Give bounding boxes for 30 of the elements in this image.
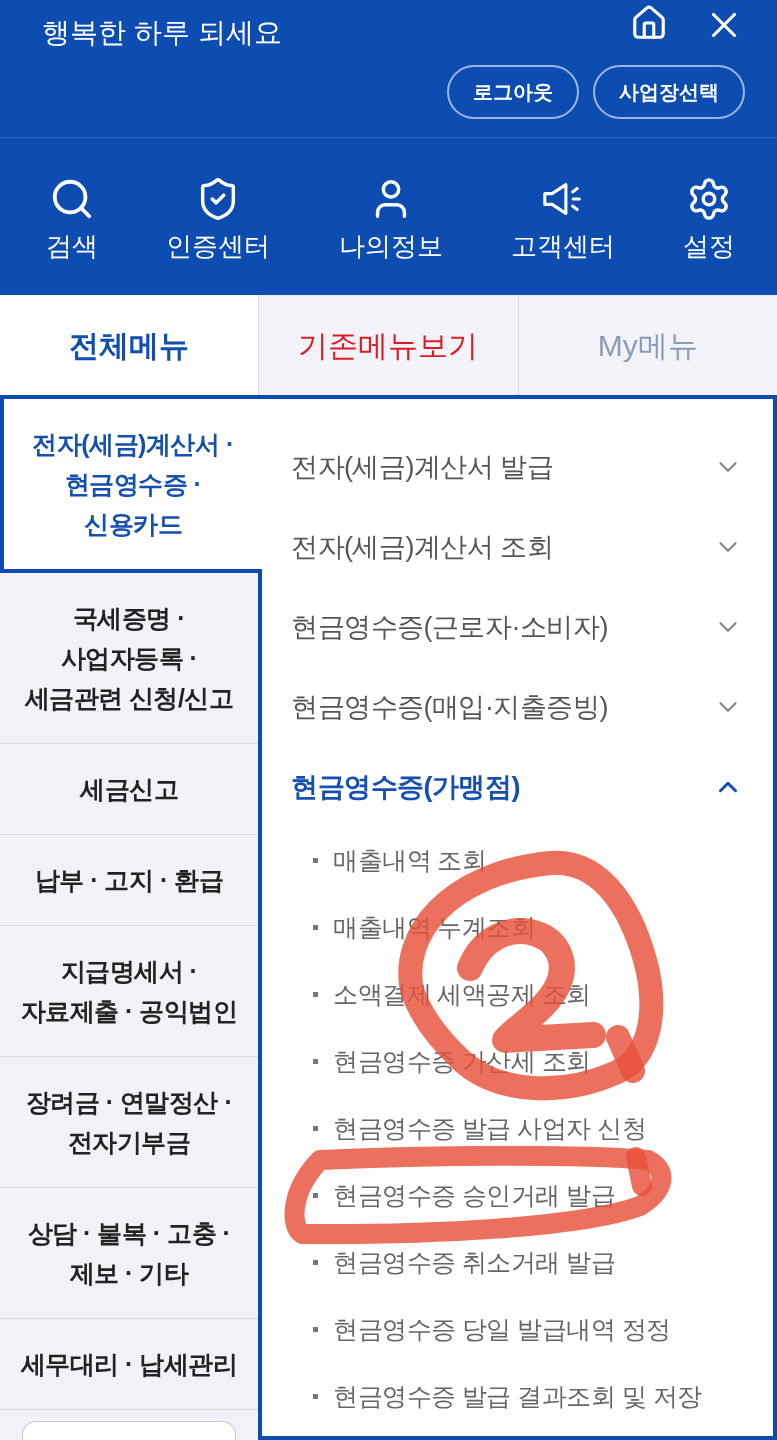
bullet-icon xyxy=(313,1327,318,1332)
bullet-icon xyxy=(313,925,318,930)
submenu-header[interactable]: 현금영수증(매입·지출증빙) xyxy=(262,667,773,747)
shortcut-button[interactable]: 인증센터 xyxy=(166,175,271,262)
menu-tab[interactable]: 기존메뉴보기 xyxy=(258,295,518,395)
shortcut-button[interactable]: 설정 xyxy=(683,175,735,262)
bullet-icon xyxy=(313,992,318,997)
bullet-icon xyxy=(313,858,318,863)
submenu-header[interactable]: 현금영수증(근로자·소비자) xyxy=(262,587,773,667)
shortcut-button[interactable]: 고객센터 xyxy=(510,175,615,262)
submenu-link[interactable]: 현금영수증 발급 사업자 신청 xyxy=(262,1095,773,1162)
header-button[interactable]: 사업장선택 xyxy=(593,65,745,119)
submenu-link[interactable]: 현금영수증 발급 결과조회 및 저장 xyxy=(262,1363,773,1430)
shortcut-button[interactable]: 나의정보 xyxy=(338,175,443,262)
category-item[interactable]: 전자(세금)계산서 · 현금영수증 · 신용카드 xyxy=(0,399,262,573)
bullet-icon xyxy=(313,1059,318,1064)
shortcut-button[interactable]: 검색 xyxy=(46,175,98,262)
header-button[interactable]: 로그아웃 xyxy=(447,65,579,119)
submenu-link[interactable]: 현금영수증 당일 발급내역 정정 xyxy=(262,1296,773,1363)
bullet-icon xyxy=(313,1394,318,1399)
submenu-link[interactable]: 현금영수증 취소거래 발급 xyxy=(262,1229,773,1296)
bullet-icon xyxy=(313,1193,318,1198)
submenu-link[interactable]: 현금영수증 승인거래 발급 xyxy=(262,1162,773,1229)
submenu-header[interactable]: 전자(세금)계산서 발급 xyxy=(262,427,773,507)
submenu-header[interactable]: 전자(세금)계산서 조회 xyxy=(262,507,773,587)
greeting-text: 행복한 하루 되세요 xyxy=(42,16,282,50)
bullet-icon xyxy=(313,1260,318,1265)
submenu-link[interactable]: 매출내역 조회 xyxy=(262,827,773,894)
submenu-header[interactable]: 현금영수증(가맹점) xyxy=(262,747,773,827)
bullet-icon xyxy=(313,1126,318,1131)
